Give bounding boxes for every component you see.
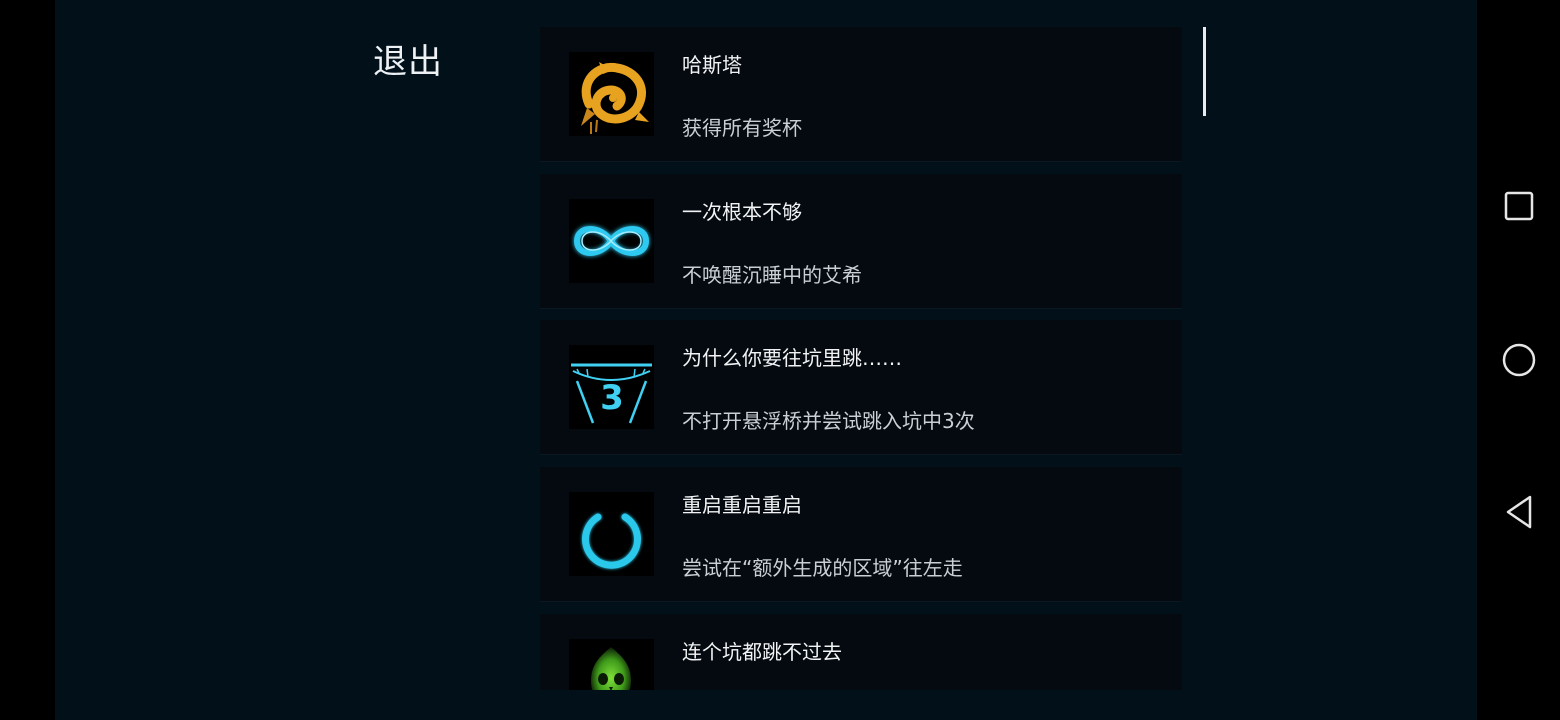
power-icon xyxy=(569,492,654,576)
icon-number-3: 3 xyxy=(600,378,624,418)
achievement-card-pit-jump[interactable]: 3 为什么你要往坑里跳…… 不打开悬浮桥并尝试跳入坑中3次 xyxy=(540,320,1182,454)
system-navigation-bar xyxy=(1477,0,1560,720)
achievement-title: 连个坑都跳不过去 xyxy=(682,640,842,664)
achievement-title: 一次根本不够 xyxy=(682,200,802,224)
achievement-card-hastur[interactable]: 哈斯塔 获得所有奖杯 xyxy=(540,27,1182,161)
achievement-card-restart[interactable]: 重启重启重启 尝试在“额外生成的区域”往左走 xyxy=(540,467,1182,601)
achievement-list[interactable]: 哈斯塔 获得所有奖杯 一次根本不够 不唤醒沉睡中的艾希 3 为什么你要往坑里跳…… xyxy=(540,27,1182,690)
achievement-title: 为什么你要往坑里跳…… xyxy=(682,346,902,370)
pit-jump-3-icon: 3 xyxy=(569,345,654,429)
achievement-description: 不唤醒沉睡中的艾希 xyxy=(682,263,862,287)
back-icon[interactable] xyxy=(1497,490,1541,534)
exit-button[interactable]: 退出 xyxy=(373,34,443,83)
achievement-card-not-enough[interactable]: 一次根本不够 不唤醒沉睡中的艾希 xyxy=(540,174,1182,308)
achievement-description: 获得所有奖杯 xyxy=(682,116,802,140)
achievement-description: 尝试在“额外生成的区域”往左走 xyxy=(682,556,963,580)
achievement-description: 不打开悬浮桥并尝试跳入坑中3次 xyxy=(682,409,975,433)
infinity-icon xyxy=(569,199,654,283)
achievements-screen: 退出 哈斯塔 获得所有奖杯 一次根本不够 不唤醒沉睡中的艾希 3 为什么你要往坑… xyxy=(55,0,1477,720)
achievement-title: 哈斯塔 xyxy=(682,53,742,77)
device-screen: 退出 哈斯塔 获得所有奖杯 一次根本不够 不唤醒沉睡中的艾希 3 为什么你要往坑… xyxy=(0,0,1560,720)
achievement-card-cant-jump-pit[interactable]: 连个坑都跳不过去 xyxy=(540,614,1182,690)
achievement-title: 重启重启重启 xyxy=(682,493,802,517)
hastur-sigil-icon xyxy=(569,52,654,136)
recent-apps-icon[interactable] xyxy=(1497,184,1541,228)
green-skull-icon xyxy=(569,639,654,690)
home-icon[interactable] xyxy=(1497,338,1541,382)
scrollbar[interactable] xyxy=(1203,27,1206,116)
